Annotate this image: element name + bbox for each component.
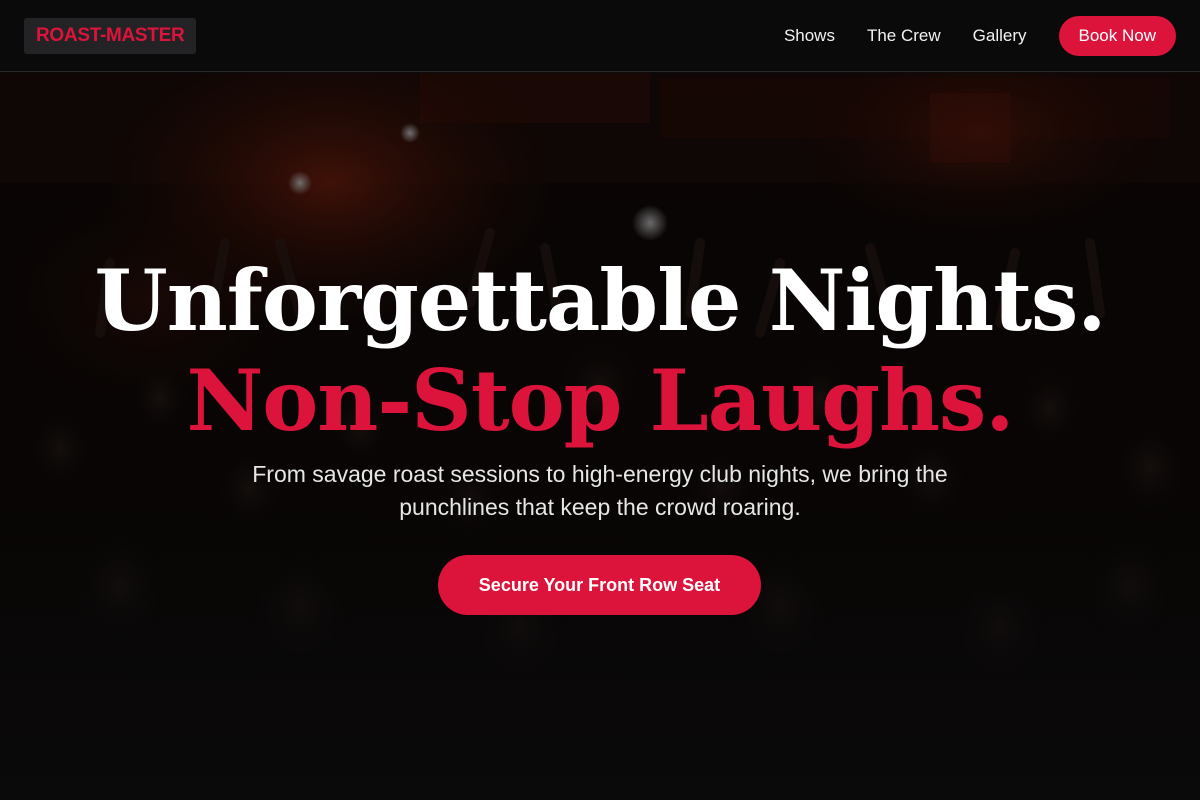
book-now-button[interactable]: Book Now [1058, 16, 1176, 56]
hero-headline-accent: Non-Stop Laughs. [186, 351, 1014, 450]
hero-section: Unforgettable Nights. Non-Stop Laughs. F… [0, 73, 1200, 800]
hero-content: Unforgettable Nights. Non-Stop Laughs. F… [0, 73, 1200, 800]
nav-link-shows[interactable]: Shows [784, 26, 835, 46]
secure-seat-button[interactable]: Secure Your Front Row Seat [438, 555, 761, 615]
hero-subtitle: From savage roast sessions to high-energ… [252, 461, 948, 520]
page: ROAST-MASTER Shows The Crew Gallery Book… [0, 0, 1200, 800]
hero-headline-primary: Unforgettable Nights. [94, 251, 1106, 350]
nav-links: Shows The Crew Gallery Book Now [784, 16, 1176, 56]
nav-link-gallery[interactable]: Gallery [973, 26, 1027, 46]
top-navbar: ROAST-MASTER Shows The Crew Gallery Book… [0, 0, 1200, 72]
brand-logo[interactable]: ROAST-MASTER [24, 18, 197, 54]
nav-link-the-crew[interactable]: The Crew [867, 26, 941, 46]
